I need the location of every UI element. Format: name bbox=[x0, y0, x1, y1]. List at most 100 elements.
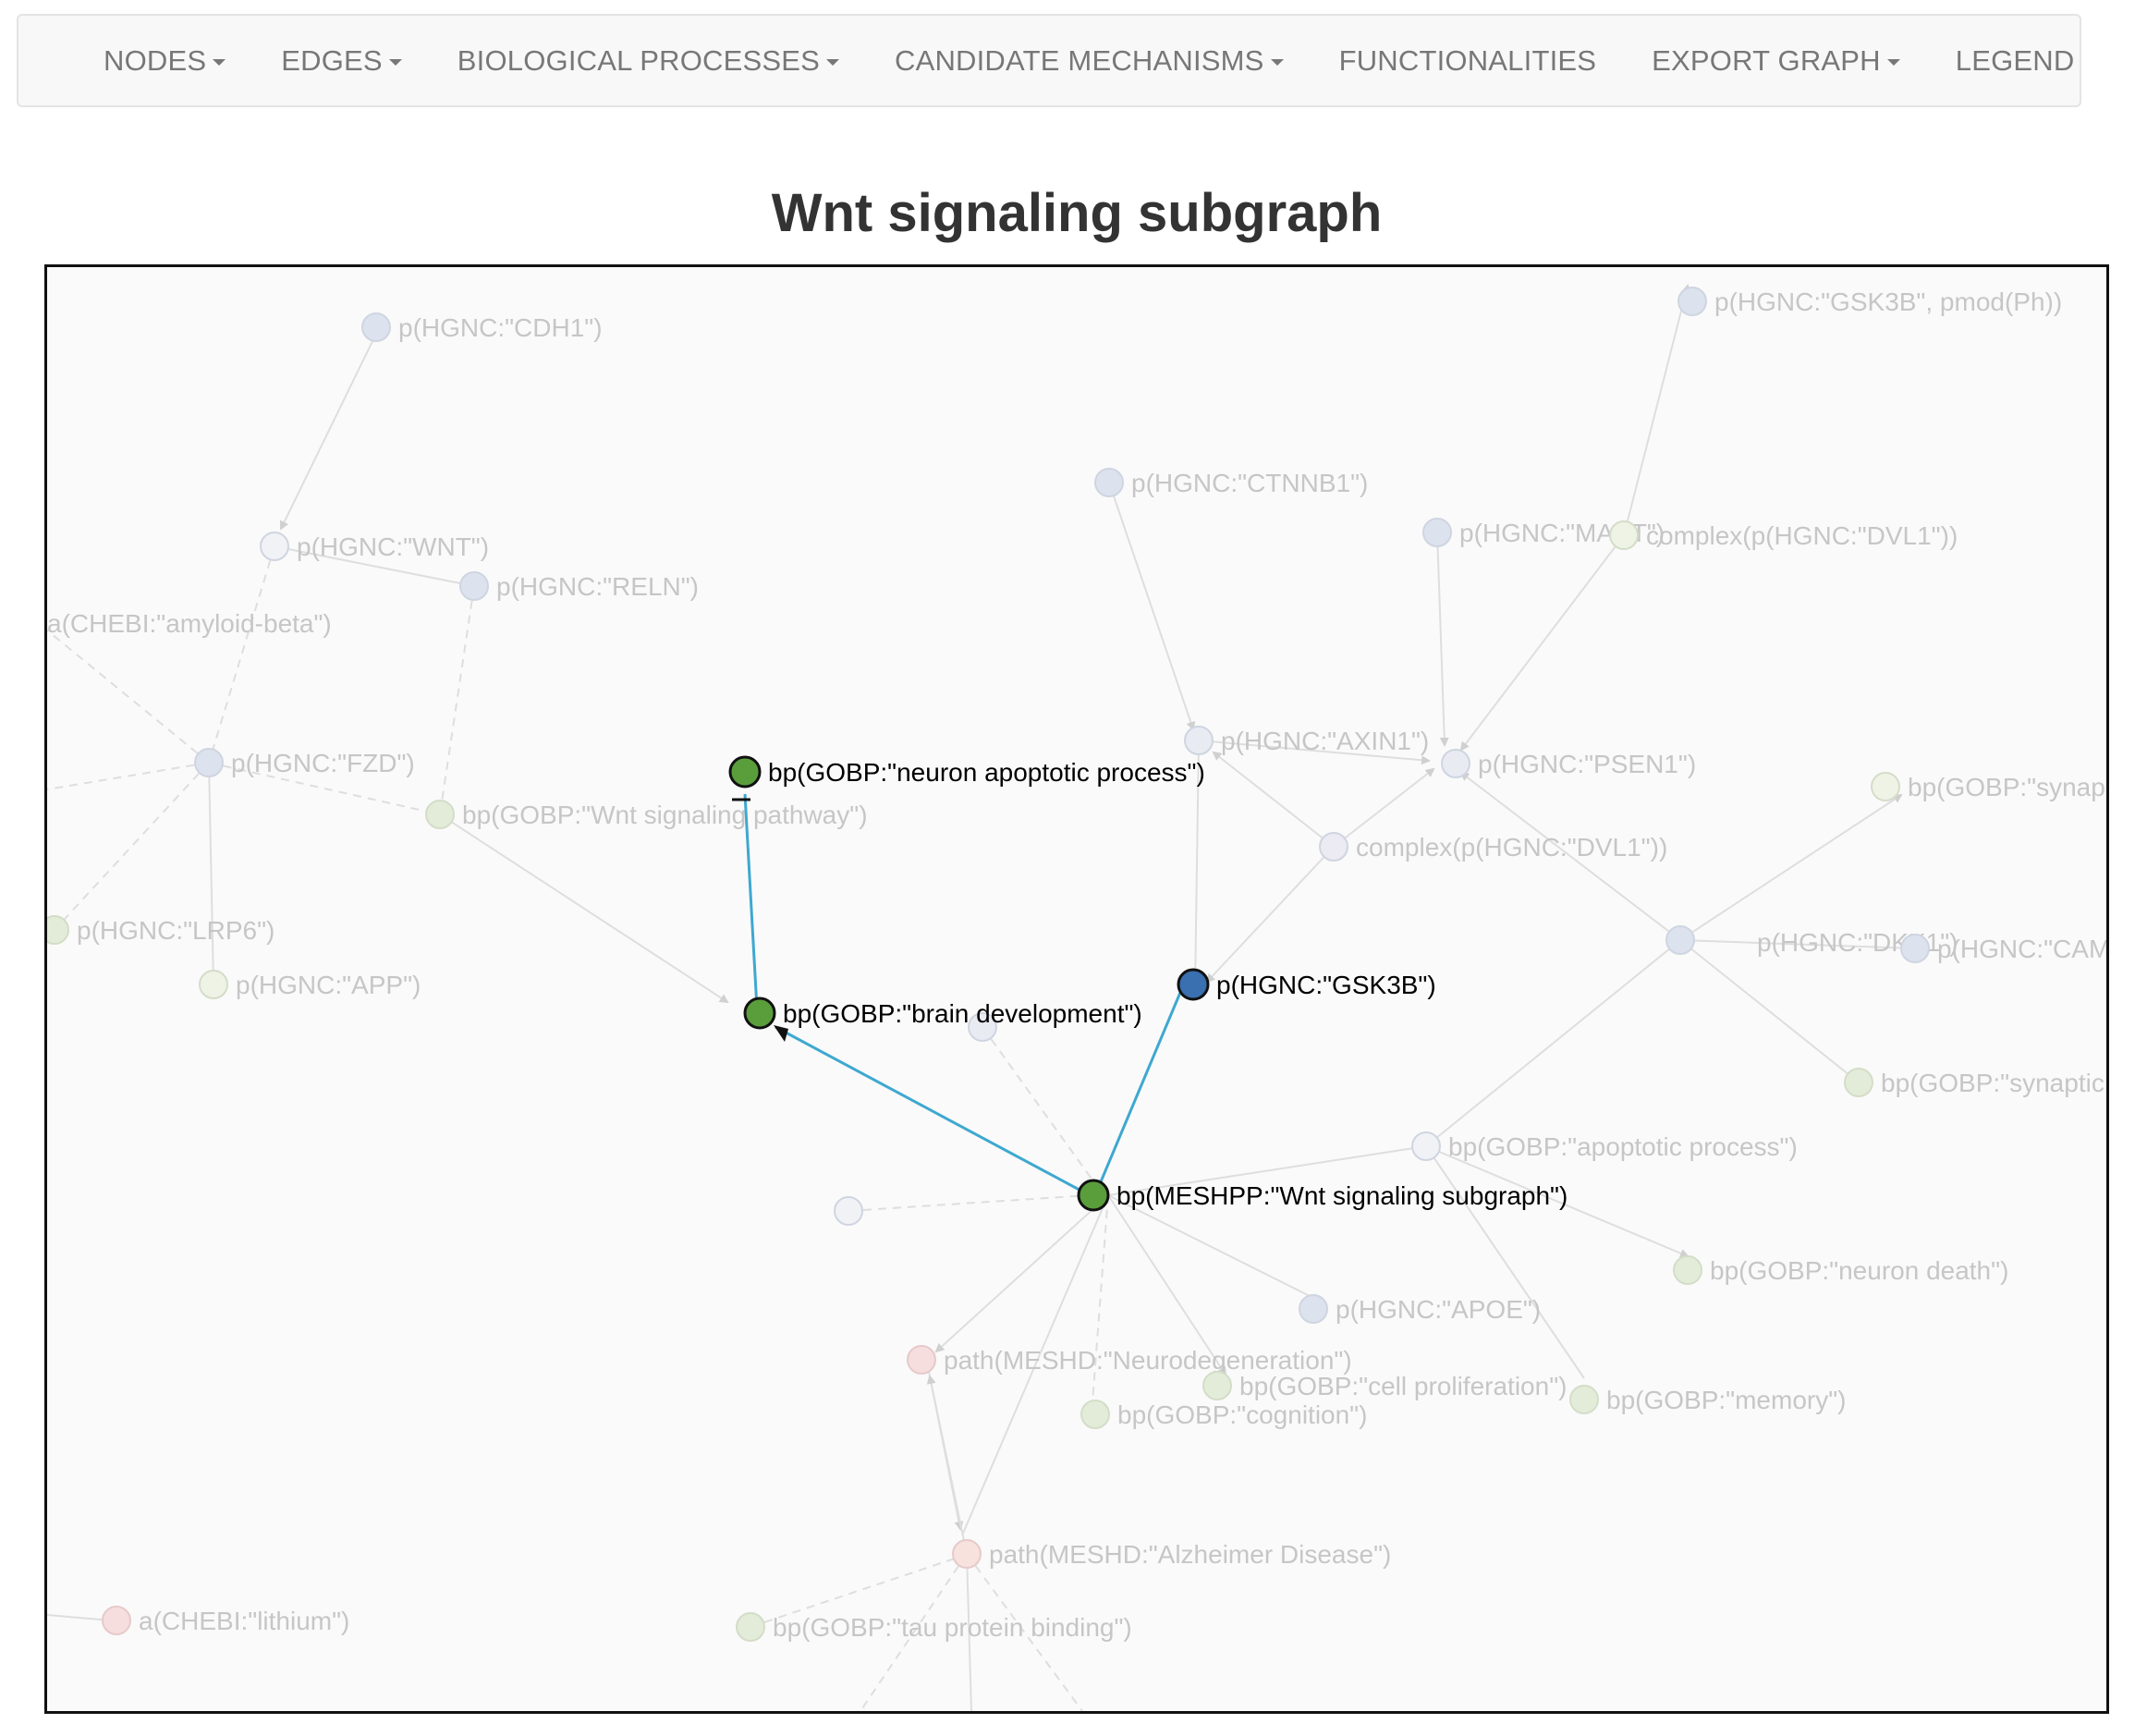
graph-node[interactable]: path(MESHD:"Neurodegeneration") bbox=[907, 1345, 1352, 1375]
svg-text:p(HGNC:"AXIN1"): p(HGNC:"AXIN1") bbox=[1221, 727, 1429, 755]
node-gsk3b[interactable]: p(HGNC:"GSK3B") bbox=[1177, 968, 1436, 1001]
graph-node[interactable]: bp(GOBP:"cell proliferation") bbox=[1202, 1371, 1567, 1400]
dim-edge bbox=[1679, 793, 1903, 941]
svg-text:path(MESHD:"Neurodegeneration": path(MESHD:"Neurodegeneration") bbox=[944, 1346, 1352, 1375]
dim-edge-label: a(CHEBI:"amyloid-beta") bbox=[47, 609, 332, 638]
nav-export-graph-label: EXPORT GRAPH bbox=[1652, 43, 1881, 77]
svg-text:p(HGNC:"CAMK2"): p(HGNC:"CAMK2") bbox=[1937, 935, 2106, 963]
dim-edge bbox=[1107, 1194, 1314, 1299]
graph-node[interactable]: p(HGNC:"FZD") bbox=[194, 748, 415, 777]
graph-node[interactable]: path(MESHD:"Alzheimer Disease") bbox=[952, 1539, 1391, 1569]
graph-node[interactable]: p(HGNC:"RELN") bbox=[459, 571, 699, 601]
graph-node[interactable] bbox=[834, 1196, 863, 1226]
graph-node[interactable]: bp(GOBP:"synaptic transmission") bbox=[1844, 1068, 2106, 1097]
highlighted-edges bbox=[732, 793, 1184, 1196]
dim-edge bbox=[848, 1191, 1092, 1212]
svg-text:bp(GOBP:"Wnt signaling pathway: bp(GOBP:"Wnt signaling pathway") bbox=[462, 801, 868, 829]
network-graph-svg[interactable]: p(HGNC:"CDH1") p(HGNC:"WNT") p(HGNC:"REL… bbox=[47, 267, 2106, 1711]
dim-edge bbox=[47, 762, 210, 790]
svg-text:p(HGNC:"WNT"): p(HGNC:"WNT") bbox=[297, 532, 489, 561]
svg-text:bp(GOBP:"tau protein binding"): bp(GOBP:"tau protein binding") bbox=[773, 1613, 1132, 1642]
edge-wnt-to-brain bbox=[775, 1025, 1089, 1196]
graph-node[interactable]: bp(GOBP:"memory") bbox=[1569, 1385, 1846, 1414]
svg-text:bp(GOBP:"brain development"): bp(GOBP:"brain development") bbox=[783, 999, 1142, 1028]
caret-down-icon bbox=[1270, 58, 1284, 66]
svg-text:bp(GOBP:"cell proliferation"): bp(GOBP:"cell proliferation") bbox=[1239, 1372, 1567, 1400]
svg-text:path(MESHD:"Alzheimer Disease": path(MESHD:"Alzheimer Disease") bbox=[989, 1540, 1391, 1569]
nav-legend[interactable]: LEGEND bbox=[1956, 44, 2075, 78]
graph-node[interactable]: bp(GOBP:"synapse assembly") bbox=[1871, 772, 2106, 801]
dim-nodes: p(HGNC:"CDH1") p(HGNC:"WNT") p(HGNC:"REL… bbox=[47, 287, 2106, 1642]
dim-edge bbox=[1623, 284, 1690, 536]
dim-edge bbox=[47, 1614, 111, 1621]
caret-down-icon bbox=[1886, 58, 1900, 66]
graph-node[interactable]: p(HGNC:"WNT") bbox=[260, 532, 489, 561]
svg-text:p(HGNC:"CTNNB1"): p(HGNC:"CTNNB1") bbox=[1131, 469, 1368, 497]
svg-text:bp(GOBP:"synapse assembly"): bp(GOBP:"synapse assembly") bbox=[1908, 773, 2106, 801]
node-wnt-signaling-subgraph[interactable]: bp(MESHPP:"Wnt signaling subgraph") bbox=[1077, 1179, 1568, 1212]
dim-edge bbox=[208, 545, 275, 764]
nav-biological-processes-dropdown[interactable]: BIOLOGICAL PROCESSES bbox=[458, 44, 839, 78]
graph-node[interactable]: complex(p(HGNC:"DVL1")) bbox=[1319, 832, 1667, 862]
svg-text:bp(GOBP:"neuron apoptotic proc: bp(GOBP:"neuron apoptotic process") bbox=[768, 758, 1205, 787]
graph-node[interactable]: bp(GOBP:"apoptotic process") bbox=[1411, 1131, 1798, 1161]
caret-down-icon bbox=[825, 58, 839, 66]
graph-node[interactable]: p(HGNC:"LRP6") bbox=[47, 915, 274, 945]
graph-node[interactable]: p(HGNC:"CTNNB1") bbox=[1094, 468, 1368, 497]
svg-text:p(HGNC:"LRP6"): p(HGNC:"LRP6") bbox=[77, 916, 274, 945]
node-brain-development[interactable]: bp(GOBP:"brain development") bbox=[743, 996, 1142, 1030]
svg-text:p(HGNC:"RELN"): p(HGNC:"RELN") bbox=[496, 572, 699, 601]
graph-node[interactable]: p(HGNC:"GSK3B", pmod(Ph)) bbox=[1678, 287, 2062, 316]
dim-edge bbox=[54, 762, 210, 931]
nav-functionalities-label: FUNCTIONALITIES bbox=[1338, 43, 1597, 77]
node-neuron-apoptotic-process[interactable]: bp(GOBP:"neuron apoptotic process") bbox=[728, 755, 1205, 789]
svg-text:p(HGNC:"APOE"): p(HGNC:"APOE") bbox=[1336, 1295, 1541, 1324]
nav-functionalities[interactable]: FUNCTIONALITIES bbox=[1339, 44, 1597, 78]
dim-edge bbox=[926, 1375, 968, 1555]
dim-edge bbox=[1212, 751, 1335, 848]
dim-edge bbox=[1436, 532, 1449, 747]
svg-text:a(CHEBI:"lithium"): a(CHEBI:"lithium") bbox=[139, 1607, 349, 1635]
nav-nodes-label: NODES bbox=[104, 43, 207, 77]
svg-text:p(HGNC:"APP"): p(HGNC:"APP") bbox=[236, 971, 421, 999]
nav-biological-processes-label: BIOLOGICAL PROCESSES bbox=[457, 43, 820, 77]
dim-edge bbox=[1679, 939, 1860, 1083]
dim-edge bbox=[1205, 846, 1335, 984]
dim-edge bbox=[208, 762, 214, 985]
svg-text:p(HGNC:"GSK3B"): p(HGNC:"GSK3B") bbox=[1216, 971, 1436, 999]
svg-text:bp(GOBP:"memory"): bp(GOBP:"memory") bbox=[1606, 1386, 1846, 1414]
graph-node[interactable]: p(HGNC:"APOE") bbox=[1299, 1294, 1541, 1324]
dim-edge bbox=[1108, 482, 1196, 731]
nav-export-graph-dropdown[interactable]: EXPORT GRAPH bbox=[1652, 44, 1900, 78]
dim-edge bbox=[439, 813, 729, 1004]
caret-down-icon bbox=[388, 58, 402, 66]
dim-edge bbox=[280, 333, 377, 531]
dim-edge bbox=[1425, 939, 1681, 1147]
svg-text:bp(GOBP:"apoptotic process"): bp(GOBP:"apoptotic process") bbox=[1448, 1132, 1798, 1161]
svg-text:p(HGNC:"PSEN1"): p(HGNC:"PSEN1") bbox=[1478, 750, 1696, 778]
graph-node[interactable]: bp(GOBP:"tau protein binding") bbox=[736, 1612, 1132, 1642]
graph-node[interactable]: bp(GOBP:"neuron death") bbox=[1673, 1255, 2008, 1285]
nav-nodes-dropdown[interactable]: NODES bbox=[104, 44, 226, 78]
graph-node[interactable]: p(HGNC:"AXIN1") bbox=[1184, 726, 1429, 755]
graph-node[interactable]: complex(p(HGNC:"DVL1")) bbox=[1609, 520, 1958, 550]
svg-text:bp(GOBP:"neuron death"): bp(GOBP:"neuron death") bbox=[1710, 1256, 2008, 1285]
graph-node[interactable]: p(HGNC:"CDH1") bbox=[361, 312, 603, 342]
svg-text:bp(GOBP:"synaptic transmission: bp(GOBP:"synaptic transmission") bbox=[1881, 1069, 2106, 1097]
nav-legend-label: LEGEND bbox=[1955, 43, 2075, 77]
dim-edge bbox=[982, 1026, 1103, 1193]
nav-candidate-mechanisms-dropdown[interactable]: CANDIDATE MECHANISMS bbox=[895, 44, 1284, 78]
svg-text:p(HGNC:"GSK3B", pmod(Ph)): p(HGNC:"GSK3B", pmod(Ph)) bbox=[1714, 287, 2062, 316]
graph-canvas[interactable]: p(HGNC:"CDH1") p(HGNC:"WNT") p(HGNC:"REL… bbox=[44, 264, 2109, 1714]
nav-edges-label: EDGES bbox=[281, 43, 383, 77]
nav-edges-dropdown[interactable]: EDGES bbox=[281, 44, 402, 78]
dim-edge bbox=[1459, 534, 1625, 752]
graph-node[interactable]: a(CHEBI:"lithium") bbox=[102, 1606, 349, 1635]
graph-node[interactable]: bp(GOBP:"Wnt signaling pathway") bbox=[425, 800, 868, 829]
graph-node[interactable]: p(HGNC:"APP") bbox=[199, 970, 421, 999]
dim-edge bbox=[47, 630, 210, 764]
graph-node[interactable]: bp(GOBP:"cognition") bbox=[1080, 1400, 1367, 1429]
nav-candidate-mechanisms-label: CANDIDATE MECHANISMS bbox=[894, 43, 1264, 77]
svg-text:complex(p(HGNC:"DVL1")): complex(p(HGNC:"DVL1")) bbox=[1646, 521, 1958, 550]
graph-node[interactable]: p(HGNC:"PSEN1") bbox=[1441, 749, 1696, 778]
